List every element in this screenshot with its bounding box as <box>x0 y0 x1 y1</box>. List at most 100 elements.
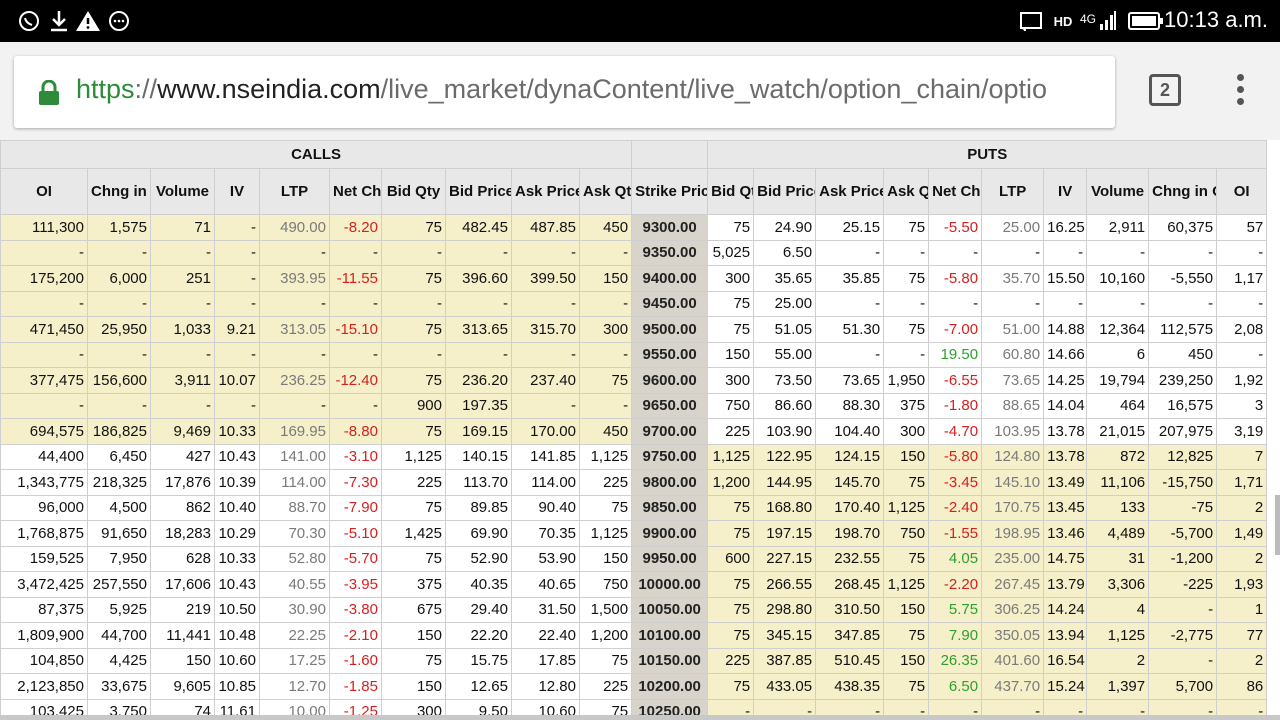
put-cell: 150 <box>883 647 930 674</box>
call-cell: - <box>0 341 88 368</box>
call-cell: -8.80 <box>329 418 382 445</box>
call-cell: - <box>0 392 88 419</box>
table-row: - - - - - -900 197.35- -9650.00 750 86.60 88.30 375… <box>0 392 1268 419</box>
call-cell: 750 <box>578 571 633 598</box>
put-cell: 112,575 <box>1148 316 1218 343</box>
put-cell: 19,794 <box>1086 367 1150 394</box>
put-cell: 510.45 <box>815 647 885 674</box>
put-cell: - <box>1216 239 1268 266</box>
call-cell: -3.95 <box>329 571 382 598</box>
call-cell: 862 <box>150 494 215 521</box>
call-cell: 1,125 <box>578 520 633 547</box>
put-col-header: OI <box>1216 168 1268 215</box>
put-cell: 75 <box>883 469 930 496</box>
strike-price-cell: 10150.00 <box>631 647 709 674</box>
put-cell: -5,550 <box>1148 265 1218 292</box>
call-cell: 33,675 <box>87 673 151 700</box>
put-cell: 235.00 <box>981 545 1045 572</box>
put-cell: 75 <box>707 494 755 521</box>
put-cell: 14.66 <box>1043 341 1088 368</box>
call-col-header: Ask Qty <box>578 168 633 215</box>
call-cell: 10.33 <box>214 545 260 572</box>
network-label: 4G <box>1079 12 1096 26</box>
call-cell: 3,472,425 <box>0 571 88 598</box>
call-cell: 75 <box>381 367 446 394</box>
call-cell: 219 <box>150 596 215 623</box>
put-cell: 75 <box>883 265 930 292</box>
put-cell: 2 <box>1216 494 1268 521</box>
call-cell: 30.90 <box>259 596 330 623</box>
put-cell: - <box>1043 239 1088 266</box>
put-cell: 1,125 <box>883 571 930 598</box>
put-cell: 51.05 <box>753 316 817 343</box>
call-cell: -3.10 <box>329 443 382 470</box>
put-cell: 1,125 <box>1086 622 1150 649</box>
call-cell: 75 <box>381 545 446 572</box>
put-cell: - <box>981 290 1045 317</box>
call-cell: - <box>87 290 151 317</box>
call-cell: -12.40 <box>329 367 382 394</box>
call-cell: - <box>0 290 88 317</box>
call-cell: 10.43 <box>214 443 260 470</box>
strike-col-header: Strike Price <box>631 168 709 215</box>
tab-switcher-button[interactable]: 2 <box>1149 74 1181 106</box>
put-cell: 300 <box>883 418 930 445</box>
call-cell: 5,925 <box>87 596 151 623</box>
strike-price-cell: 9650.00 <box>631 392 709 419</box>
table-row: 87,375 5,925 219 10.50 30.90 -3.80 675 29.40 31.… <box>0 596 1268 623</box>
put-cell: - <box>1086 239 1150 266</box>
put-cell: 350.05 <box>981 622 1045 649</box>
put-cell: -1,200 <box>1148 545 1218 572</box>
put-cell: 35.70 <box>981 265 1045 292</box>
call-cell: - <box>214 214 260 241</box>
put-cell: 124.80 <box>981 443 1045 470</box>
call-cell: 150 <box>150 647 215 674</box>
put-cell: - <box>1216 341 1268 368</box>
put-cell: 600 <box>707 545 755 572</box>
call-cell: 114.00 <box>511 469 580 496</box>
put-cell: 1 <box>1216 596 1268 623</box>
url-domain: www.nseindia.com <box>157 74 381 104</box>
put-cell: 24.90 <box>753 214 817 241</box>
put-cell: 4 <box>1086 596 1150 623</box>
call-cell: - <box>214 341 260 368</box>
strike-price-cell: 9750.00 <box>631 443 709 470</box>
scrollbar[interactable] <box>1275 495 1280 555</box>
strike-price-cell: 9500.00 <box>631 316 709 343</box>
put-cell: -4.70 <box>928 418 983 445</box>
call-cell: 156,600 <box>87 367 151 394</box>
table-row: 111,300 1,575 71-490.00 -8.20 75 482.45 487.85… <box>0 214 1268 241</box>
call-cell: 40.35 <box>445 571 512 598</box>
call-cell: 10.29 <box>214 520 260 547</box>
call-cell: 141.00 <box>259 443 330 470</box>
call-cell: 114.00 <box>259 469 330 496</box>
table-row: 44,400 6,450 427 10.43 141.00 -3.10 1,125 140.1… <box>0 443 1268 470</box>
call-cell: 141.85 <box>511 443 580 470</box>
warning-icon <box>75 8 101 34</box>
put-cell: 6 <box>1086 341 1150 368</box>
put-cell: 77 <box>1216 622 1268 649</box>
call-cell: 694,575 <box>0 418 88 445</box>
put-cell: 750 <box>707 392 755 419</box>
put-cell: -2.20 <box>928 571 983 598</box>
call-col-header: Bid Qty <box>381 168 446 215</box>
put-cell: 35.65 <box>753 265 817 292</box>
menu-icon[interactable] <box>1230 74 1250 114</box>
call-cell: 90.40 <box>511 494 580 521</box>
put-cell: 232.55 <box>815 545 885 572</box>
put-cell: 14.04 <box>1043 392 1088 419</box>
put-cell: 298.80 <box>753 596 817 623</box>
put-cell: 13.78 <box>1043 443 1088 470</box>
table-row: - - - - - - - - - -9550.00 150 55.00- -19.50 60.80 14.… <box>0 341 1268 368</box>
put-cell: 2,911 <box>1086 214 1150 241</box>
put-cell: 103.90 <box>753 418 817 445</box>
put-cell: 3,306 <box>1086 571 1150 598</box>
url-separator: :// <box>134 74 158 104</box>
call-cell: 313.05 <box>259 316 330 343</box>
address-bar[interactable]: https://www.nseindia.com/live_market/dyn… <box>14 56 1115 128</box>
put-cell: 438.35 <box>815 673 885 700</box>
put-cell: 5,025 <box>707 239 755 266</box>
call-cell: 75 <box>578 494 633 521</box>
lock-icon <box>38 79 60 111</box>
call-cell: 52.90 <box>445 545 512 572</box>
